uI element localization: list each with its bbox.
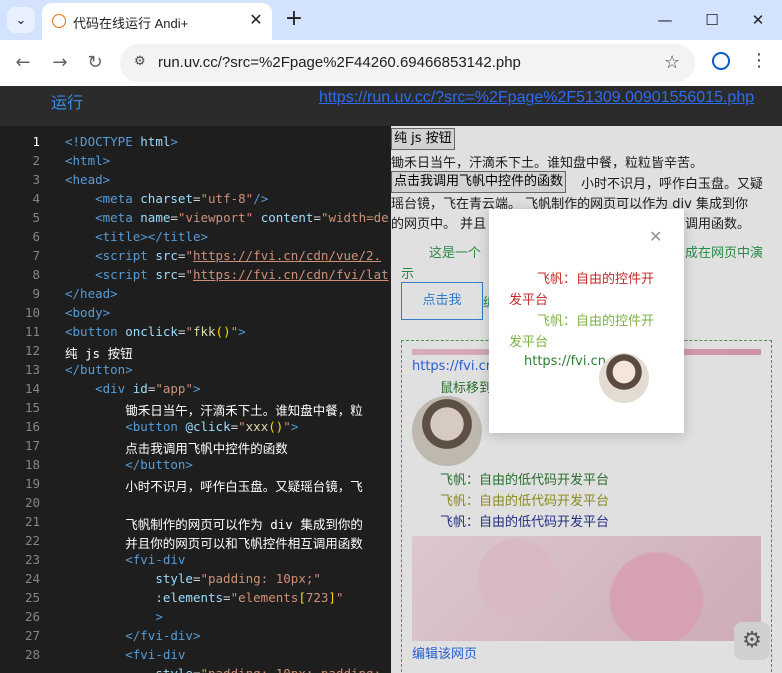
address-bar[interactable]: ⚙ run.uv.cc/?src=%2Fpage%2F44260.6946685… xyxy=(120,44,695,82)
popup-link[interactable]: https://fvi.cn xyxy=(524,351,606,372)
popup-line: 飞帆：自由的控件开 xyxy=(537,272,655,287)
line-number: 28 xyxy=(24,647,40,662)
code-line: :elements="elements[723]" xyxy=(155,590,344,605)
line-number: 24 xyxy=(24,571,40,586)
code-line: 小时不识月，呼作白玉盘。又疑瑶台镜，飞 xyxy=(65,479,363,494)
code-line: style="padding: 10px; padding: xyxy=(65,666,381,673)
code-line: <script src="https://fvi.cn/cdn/vue/2. xyxy=(95,248,382,263)
line-number: 7 xyxy=(32,248,40,263)
line-number: 20 xyxy=(24,495,40,510)
popup-dialog: ✕ 飞帆：自由的控件开 发平台 飞帆：自由的控件开 发平台 https://fv… xyxy=(489,209,684,433)
line-number: 17 xyxy=(24,438,40,453)
page-header: 运行 https://run.uv.cc/?src=%2Fpage%2F5130… xyxy=(0,86,782,126)
new-tab-button[interactable]: + xyxy=(283,8,305,30)
line-number: 16 xyxy=(24,419,40,434)
line-number: 11 xyxy=(24,324,40,339)
line-number: 19 xyxy=(24,476,40,491)
code-line: <button onclick="fkk()"> xyxy=(65,324,246,339)
code-line: <div id="app"> xyxy=(95,381,201,396)
line-number: 14 xyxy=(24,381,40,396)
code-line: 纯 js 按钮 xyxy=(65,346,133,361)
browser-tab[interactable]: 代码在线运行 Andi+ ✕ xyxy=(42,3,272,40)
line-number: 10 xyxy=(24,305,40,320)
code-line: <body> xyxy=(65,305,111,320)
line-number: 9 xyxy=(32,286,40,301)
popup-line: 飞帆：自由的控件开 xyxy=(537,314,655,329)
share-link[interactable]: https://run.uv.cc/?src=%2Fpage%2F51309.0… xyxy=(319,89,754,107)
line-number: 5 xyxy=(32,210,40,225)
line-number: 13 xyxy=(24,362,40,377)
close-tab-icon[interactable]: ✕ xyxy=(247,11,265,29)
line-number: 27 xyxy=(24,628,40,643)
site-info-icon[interactable]: ⚙ xyxy=(134,54,150,70)
popup-line: 发平台 xyxy=(509,293,549,308)
code-line: <meta name="viewport" content="width=de xyxy=(95,210,389,225)
code-editor[interactable]: 1 2 3 4 5 6 7 8 9 10 11 12 13 14 15 16 17 18 19 20 21 22 23 24 2… xyxy=(0,126,391,673)
loading-favicon-icon xyxy=(52,14,66,28)
line-number: 25 xyxy=(24,590,40,605)
line-number: 22 xyxy=(24,533,40,548)
url-text[interactable]: run.uv.cc/?src=%2Fpage%2F44260.694668531… xyxy=(158,54,521,71)
code-line: </fvi-div> xyxy=(125,628,201,643)
line-number: 4 xyxy=(32,191,40,206)
code-line: > xyxy=(155,609,163,624)
code-line: 锄禾日当午，汗滴禾下土。谁知盘中餐，粒 xyxy=(65,403,363,418)
chevron-down-icon: ⌄ xyxy=(15,12,27,28)
line-number: 15 xyxy=(24,400,40,415)
run-button[interactable]: 运行 xyxy=(51,89,83,113)
forward-arrow-icon[interactable]: → xyxy=(49,52,71,74)
code-line: <button @click="xxx()"> xyxy=(125,419,299,434)
code-line: 并且你的网页可以和飞帆控件相互调用函数 xyxy=(65,536,363,551)
more-menu-icon[interactable]: ⋮ xyxy=(750,50,768,71)
reload-icon[interactable]: ↻ xyxy=(84,52,106,74)
line-number: 6 xyxy=(32,229,40,244)
back-arrow-icon[interactable]: ← xyxy=(12,52,34,74)
code-line: </button> xyxy=(65,362,133,377)
close-icon[interactable]: ✕ xyxy=(649,227,662,246)
profile-icon[interactable] xyxy=(712,52,730,70)
bookmark-star-icon[interactable]: ☆ xyxy=(664,52,680,73)
code-line: style="padding: 10px;" xyxy=(155,571,321,586)
line-number: 1 xyxy=(32,134,40,149)
tab-title: 代码在线运行 Andi+ xyxy=(73,16,189,31)
line-number: 26 xyxy=(24,609,40,624)
tab-strip: ⌄ 代码在线运行 Andi+ ✕ + — ☐ ✕ xyxy=(0,0,782,40)
line-number: 2 xyxy=(32,153,40,168)
code-line: <script src="https://fvi.cn/cdn/fvi/lat xyxy=(95,267,389,282)
code-line: </button> xyxy=(125,457,193,472)
maximize-icon[interactable]: ☐ xyxy=(702,10,722,30)
code-line: <meta charset="utf-8"/> xyxy=(95,191,269,206)
line-number: 12 xyxy=(24,343,40,358)
line-number: 18 xyxy=(24,457,40,472)
line-number: 8 xyxy=(32,267,40,282)
code-line: <fvi-div xyxy=(125,552,186,567)
popup-line: 发平台 xyxy=(509,335,549,350)
gear-icon[interactable]: ⚙ xyxy=(734,622,770,660)
line-number: 21 xyxy=(24,514,40,529)
close-window-icon[interactable]: ✕ xyxy=(748,10,768,30)
tab-search-button[interactable]: ⌄ xyxy=(7,7,35,33)
avatar xyxy=(599,353,649,403)
line-number: 3 xyxy=(32,172,40,187)
code-line: <head> xyxy=(65,172,111,187)
code-line: <fvi-div xyxy=(125,647,186,662)
code-line: 飞帆制作的网页可以作为 div 集成到你的 xyxy=(65,517,363,532)
code-line: </head> xyxy=(65,286,118,301)
code-line: <title></title> xyxy=(95,229,208,244)
code-line: <!DOCTYPE html> xyxy=(65,134,178,149)
code-line: 点击我调用飞帆中控件的函数 xyxy=(65,441,288,456)
browser-toolbar: ← → ↻ ⚙ run.uv.cc/?src=%2Fpage%2F44260.6… xyxy=(0,40,782,86)
code-line: <html> xyxy=(65,153,111,168)
line-number: 23 xyxy=(24,552,40,567)
minimize-icon[interactable]: — xyxy=(655,10,675,30)
